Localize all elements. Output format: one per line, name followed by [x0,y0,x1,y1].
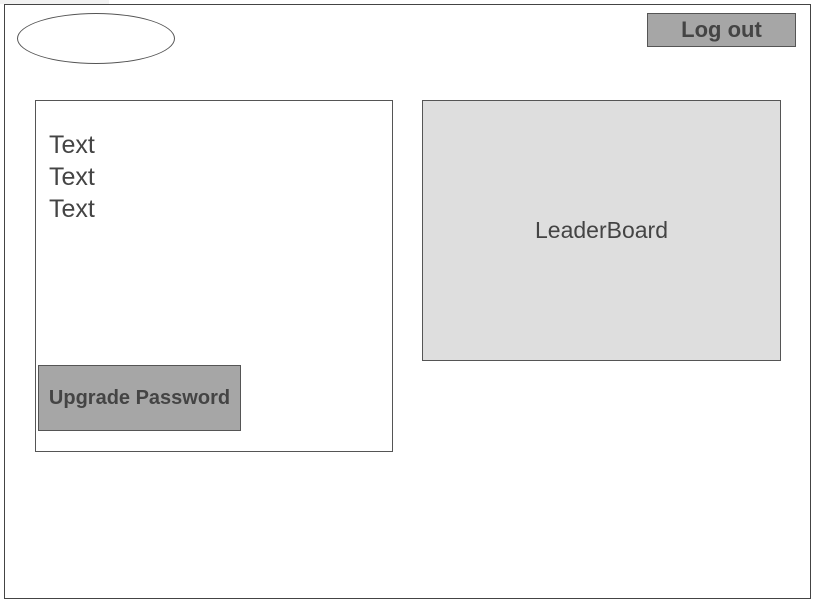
logo-icon [17,13,175,64]
profile-text-line: Text [49,163,95,191]
profile-panel: Text Text Text Upgrade Password [35,100,393,452]
upgrade-password-button[interactable]: Upgrade Password [38,365,241,431]
logout-button[interactable]: Log out [647,13,796,47]
profile-text-line: Text [49,195,95,223]
leaderboard-panel: LeaderBoard [422,100,781,361]
profile-text-line: Text [49,131,95,159]
leaderboard-label: LeaderBoard [535,217,668,243]
profile-text-lines: Text Text Text [49,129,95,225]
